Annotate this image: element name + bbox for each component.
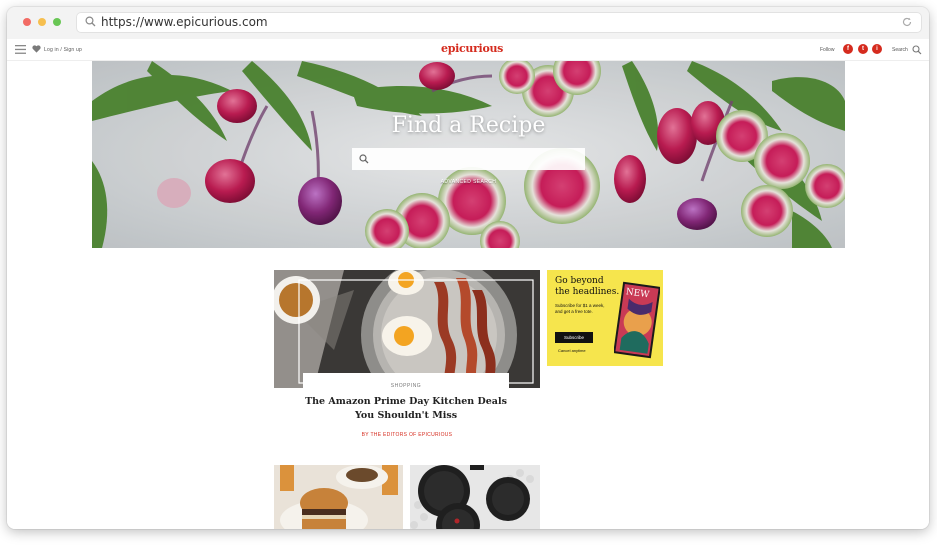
heart-icon[interactable] (32, 45, 41, 53)
menu-icon[interactable] (15, 45, 26, 54)
category-label[interactable]: SHOPPING (303, 383, 509, 389)
cast-iron-pans-photo (410, 465, 540, 529)
ad-headline-line: the headlines. (555, 287, 620, 297)
search-icon[interactable] (912, 45, 922, 55)
byline[interactable]: BY THE EDITORS OF EPICURIOUS (274, 432, 540, 438)
hero-banner: Find a Recipe ADVANCED SEARCH (92, 61, 845, 248)
advertisement[interactable]: Go beyond the headlines. Subscribe for $… (547, 270, 663, 366)
search-icon (359, 154, 369, 164)
feature-image[interactable] (274, 270, 540, 388)
url-text[interactable]: https://www.epicurious.com (101, 15, 268, 29)
browser-window: https://www.epicurious.com Log in / Sign… (7, 7, 929, 529)
facebook-icon[interactable]: f (843, 44, 853, 54)
feature-card[interactable]: SHOPPING The Amazon Prime Day Kitchen De… (303, 373, 509, 439)
hero-title: Find a Recipe (391, 113, 546, 138)
advanced-search-link[interactable]: ADVANCED SEARCH (92, 179, 845, 185)
headline-line[interactable]: The Amazon Prime Day Kitchen Deals (303, 395, 509, 409)
ad-subtext-line: and get a free tote. (555, 309, 593, 314)
cancel-anytime-label: Cancel anytime (558, 348, 586, 353)
login-link[interactable]: Log in / Sign up (44, 47, 82, 53)
feature-headline[interactable]: The Amazon Prime Day Kitchen Deals You S… (303, 395, 509, 423)
magazine-cover-image: NEW (614, 281, 660, 359)
headline-line[interactable]: You Shouldn't Miss (303, 409, 509, 423)
reload-icon[interactable] (901, 16, 913, 28)
web-page: Log in / Sign up epicurious Follow f t i… (7, 39, 929, 529)
browser-chrome: https://www.epicurious.com (7, 7, 929, 39)
instagram-icon[interactable]: i (872, 44, 882, 54)
twitter-icon[interactable]: t (858, 44, 868, 54)
site-header: Log in / Sign up epicurious Follow f t i… (7, 39, 929, 61)
article-thumbnail[interactable] (410, 465, 540, 529)
subscribe-button[interactable]: Subscribe (555, 332, 593, 343)
follow-label: Follow (820, 47, 835, 53)
recipe-search-input[interactable] (352, 148, 585, 170)
address-bar[interactable]: https://www.epicurious.com (76, 12, 922, 33)
burger-photo (274, 465, 403, 529)
article-thumbnail[interactable] (274, 465, 403, 529)
eggs-bacon-photo (274, 270, 540, 388)
minimize-window-button[interactable] (38, 18, 46, 26)
ad-headline: Go beyond the headlines. (555, 276, 619, 298)
maximize-window-button[interactable] (53, 18, 61, 26)
search-link[interactable]: Search (892, 47, 908, 53)
search-icon (85, 16, 96, 27)
site-logo[interactable]: epicurious (441, 42, 503, 55)
ad-subtext: Subscribe for $1 a week, and get a free … (555, 303, 615, 315)
ad-headline-line: Go beyond (555, 276, 604, 286)
close-window-button[interactable] (23, 18, 31, 26)
